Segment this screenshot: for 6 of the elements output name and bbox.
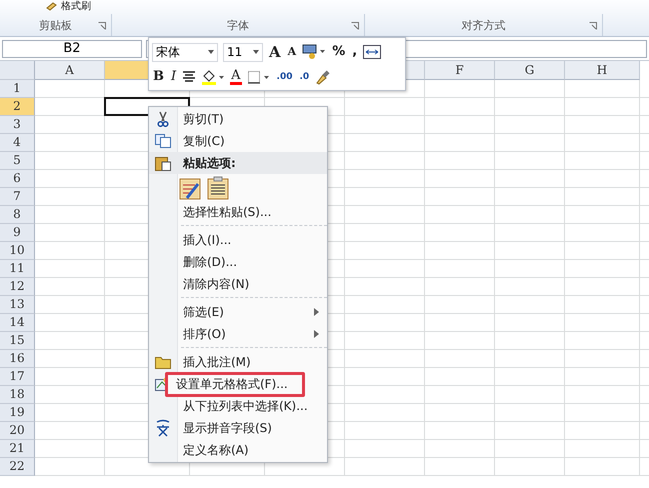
font-name: 宋体 bbox=[156, 44, 180, 61]
ribbon-group-label: 字体 bbox=[227, 18, 249, 33]
ribbon-group-label: 剪贴板 bbox=[39, 18, 72, 33]
font-size: 11 bbox=[227, 45, 242, 60]
paste-options-heading: 粘贴选项: bbox=[182, 154, 237, 172]
ribbon-group-label: 对齐方式 bbox=[462, 18, 506, 33]
